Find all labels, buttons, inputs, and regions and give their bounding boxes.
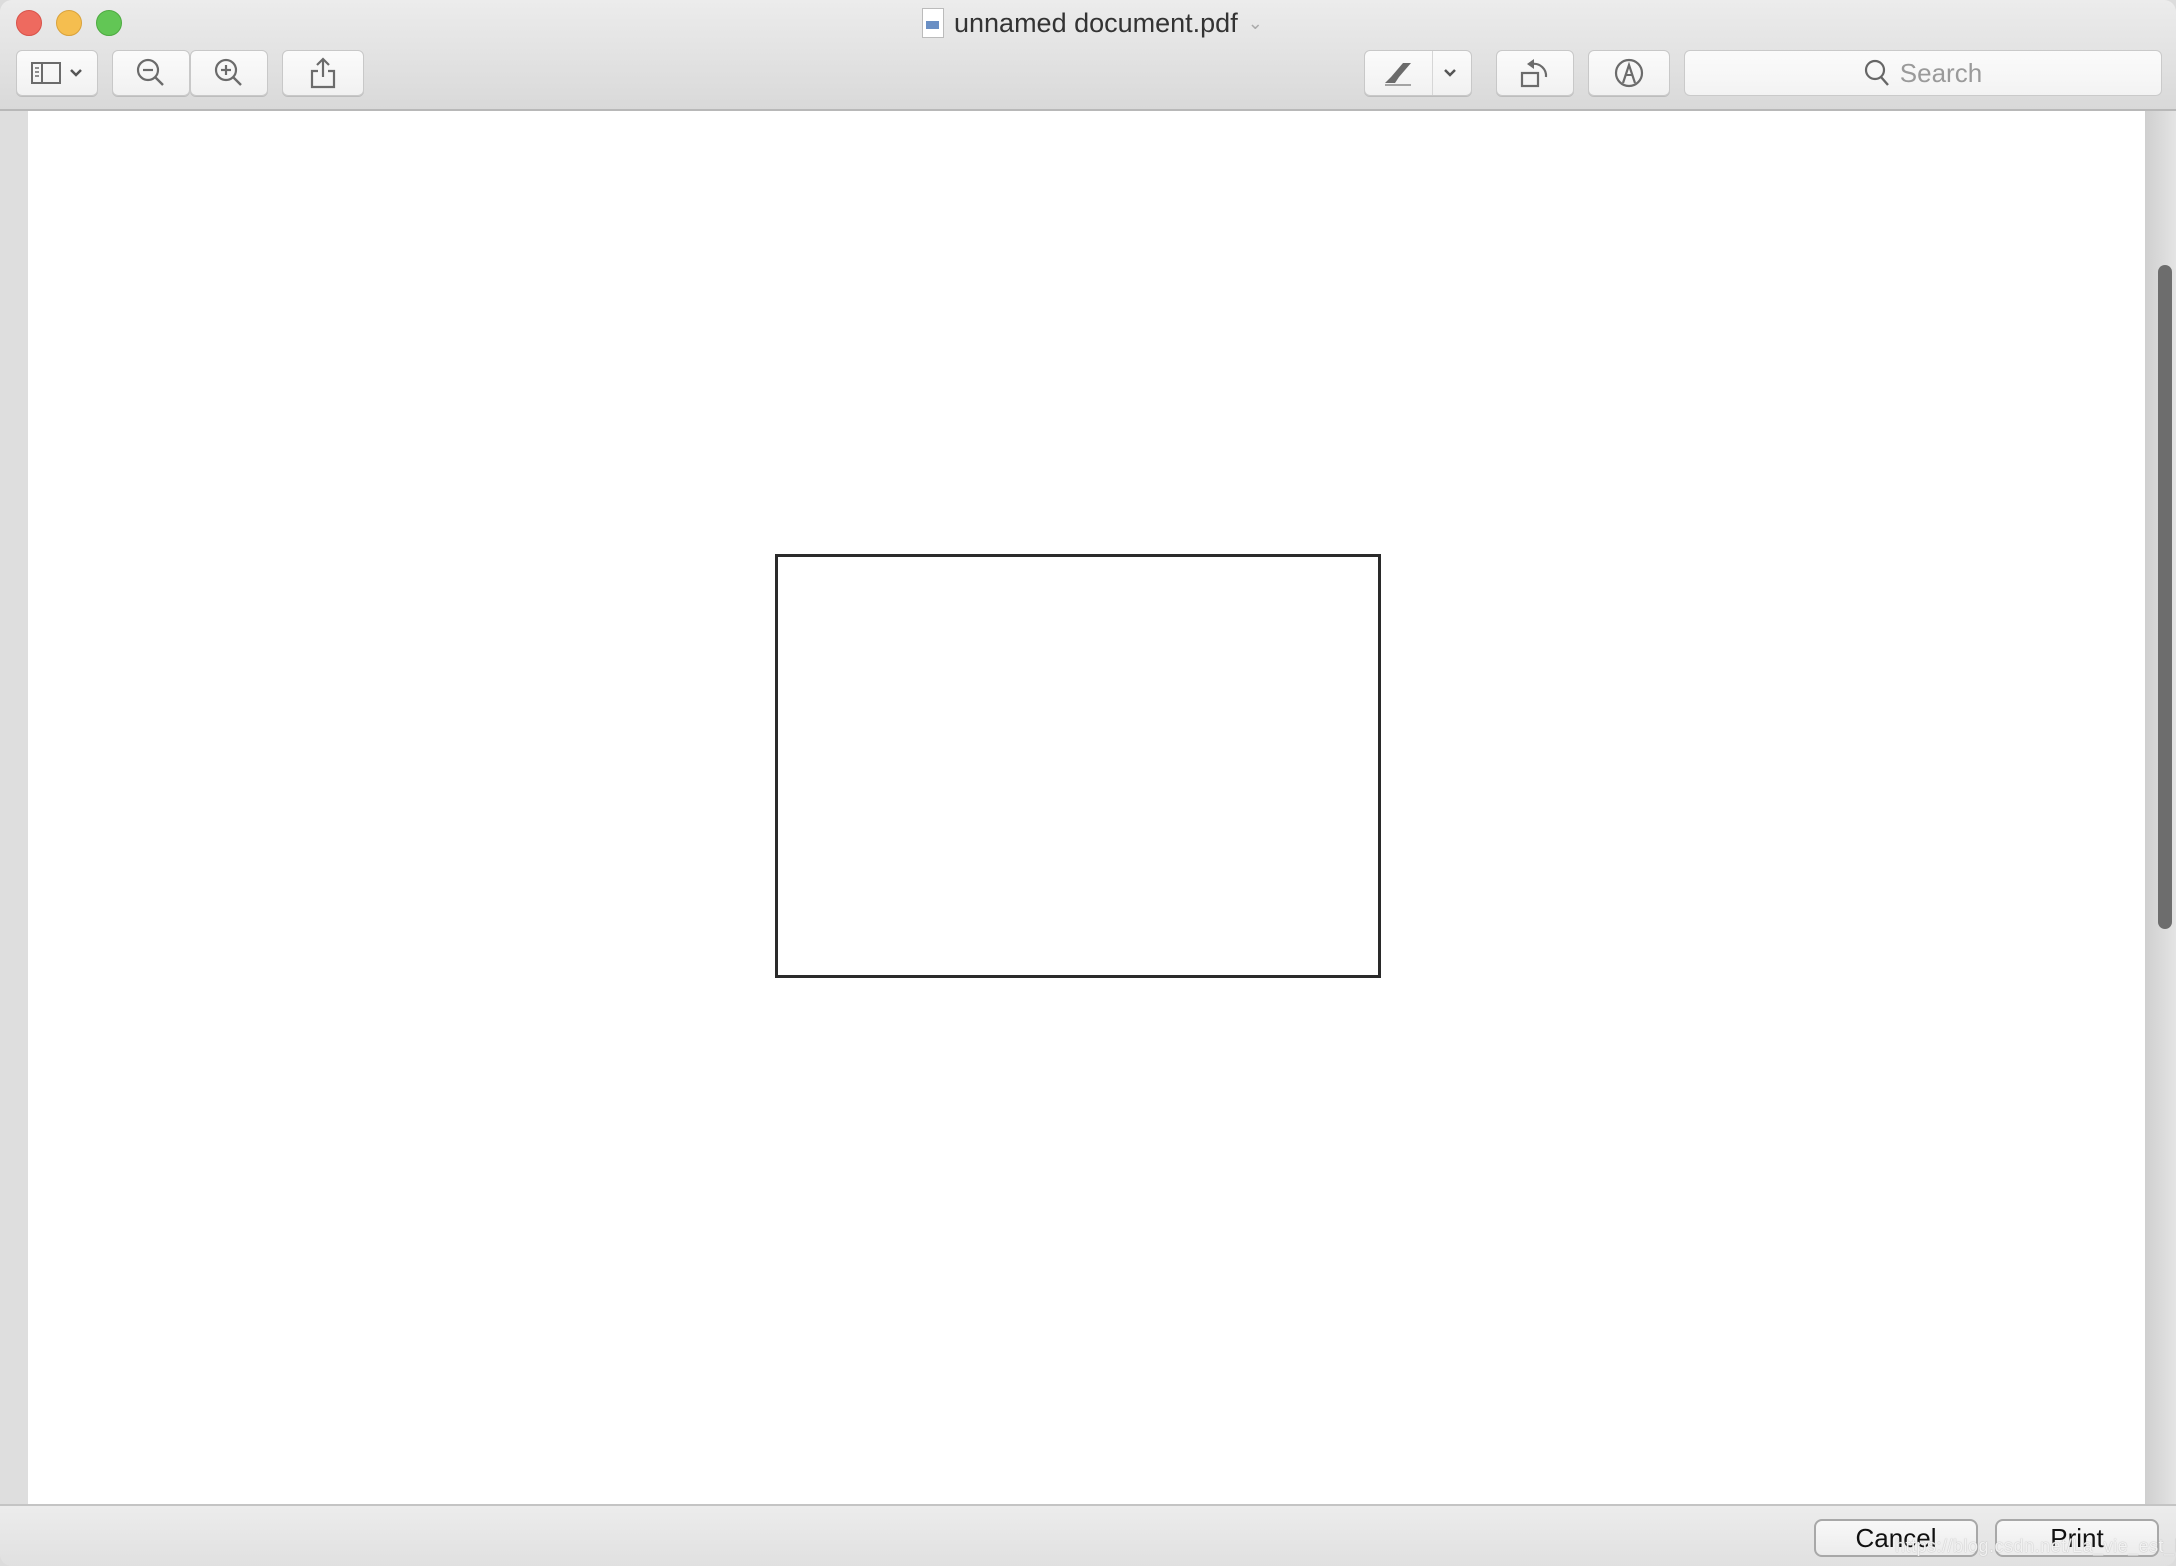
share-icon xyxy=(310,57,336,89)
markup-toolbar-button[interactable] xyxy=(1588,50,1670,96)
document-viewport xyxy=(0,111,2176,1504)
preview-print-window: unnamed document.pdf ⌄ Search Cancel Pri… xyxy=(0,0,2176,1566)
zoom-window-button[interactable] xyxy=(96,10,122,36)
highlight-button[interactable] xyxy=(1365,59,1431,87)
rotate-left-button[interactable] xyxy=(1496,50,1574,96)
print-dialog-footer: Cancel Print xyxy=(0,1504,2176,1566)
chevron-down-icon[interactable]: ⌄ xyxy=(1248,13,1263,34)
highlighter-icon xyxy=(1381,59,1415,87)
close-window-button[interactable] xyxy=(16,10,42,36)
share-button[interactable] xyxy=(282,50,364,96)
sidebar-icon xyxy=(31,62,61,84)
zoom-out-icon xyxy=(135,57,167,89)
zoom-in-icon xyxy=(213,57,245,89)
chevron-down-icon xyxy=(1443,68,1457,78)
rotate-left-icon xyxy=(1519,57,1551,89)
sidebar-toggle-button[interactable] xyxy=(16,50,98,96)
pdf-document-icon xyxy=(922,8,944,38)
pdf-page xyxy=(28,111,2145,1504)
highlight-button-group xyxy=(1364,50,1472,96)
search-placeholder: Search xyxy=(1899,57,1983,88)
scrollbar-thumb[interactable] xyxy=(2158,265,2172,929)
markup-pen-icon xyxy=(1613,57,1645,89)
document-title: unnamed document.pdf xyxy=(954,7,1238,38)
vertical-scrollbar[interactable] xyxy=(2145,111,2176,1504)
segment-divider xyxy=(1432,51,1433,95)
zoom-out-button[interactable] xyxy=(112,50,190,96)
watermark-text: https://blog.csdn.net/La_vie_est_belle xyxy=(1895,1536,2176,1556)
title-toolbar: unnamed document.pdf ⌄ Search xyxy=(0,0,2176,111)
window-title[interactable]: unnamed document.pdf ⌄ xyxy=(922,4,1263,42)
chevron-down-icon xyxy=(69,68,83,78)
minimize-window-button[interactable] xyxy=(56,10,82,36)
search-icon xyxy=(1864,59,1890,87)
search-field[interactable]: Search xyxy=(1684,50,2162,96)
drawn-rectangle xyxy=(775,554,1381,978)
zoom-in-button[interactable] xyxy=(190,50,268,96)
highlight-options-dropdown[interactable] xyxy=(1431,68,1469,78)
